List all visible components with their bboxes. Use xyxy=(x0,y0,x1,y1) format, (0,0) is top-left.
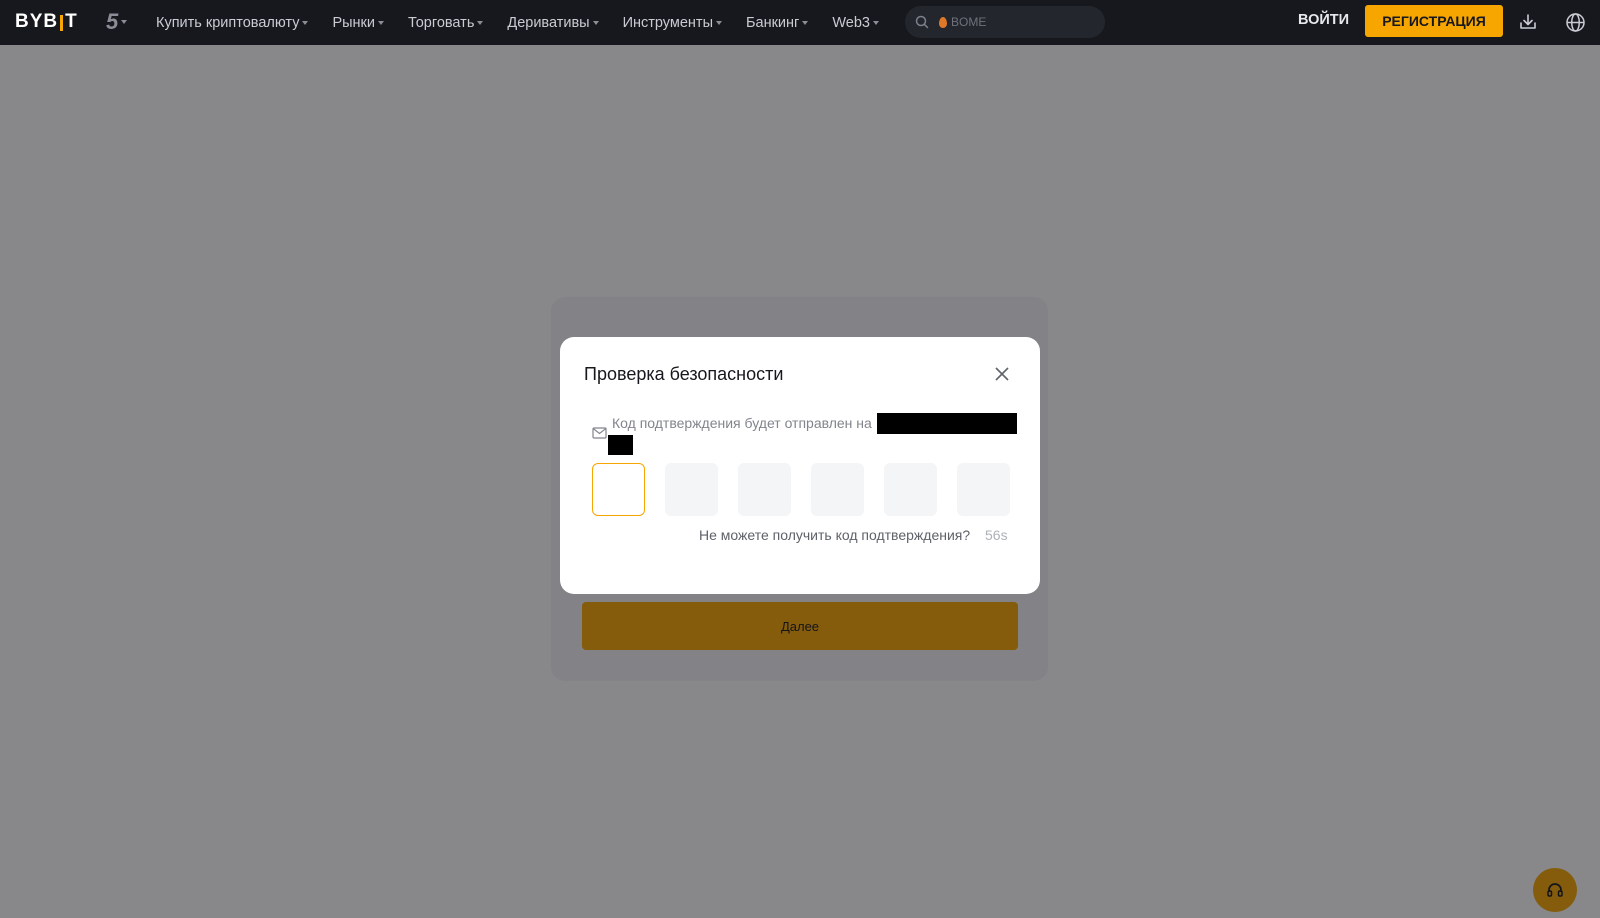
code-digit-input[interactable] xyxy=(665,463,718,516)
code-digit-input[interactable] xyxy=(957,463,1010,516)
nav-item-banking[interactable]: Банкинг xyxy=(746,14,809,31)
modal-title: Проверка безопасности xyxy=(584,364,784,384)
chevron-down-icon xyxy=(121,20,128,24)
globe-icon[interactable] xyxy=(1563,10,1587,34)
verification-code-inputs xyxy=(592,463,1010,516)
nav-item-markets[interactable]: Рынки xyxy=(332,15,384,31)
nav-item-label: Инструменты xyxy=(622,14,713,31)
resend-timer: 56s xyxy=(985,527,1008,543)
search-bar[interactable] xyxy=(905,6,1105,38)
code-sent-info: Код подтверждения будет отправлен на xyxy=(612,415,872,431)
security-verification-modal: Проверка безопасности Код подтверждения … xyxy=(560,337,1040,594)
chevron-down-icon xyxy=(872,20,879,25)
redacted-email-continued xyxy=(608,435,633,455)
fire-icon xyxy=(939,16,947,28)
search-icon xyxy=(915,15,929,29)
nav-item-label: Торговать xyxy=(408,14,475,31)
chevron-down-icon xyxy=(592,20,599,25)
code-digit-input[interactable] xyxy=(738,463,791,516)
chevron-down-icon xyxy=(802,20,809,25)
register-button[interactable]: РЕГИСТРАЦИЯ xyxy=(1365,5,1503,37)
top-navigation-bar: BYB T 5 Купить криптовалюту Рынки Торгов… xyxy=(0,0,1600,45)
anniversary-number: 5 xyxy=(106,9,119,34)
logo-text-left: BYB xyxy=(15,11,59,32)
redacted-email xyxy=(877,413,1017,434)
chevron-down-icon xyxy=(716,20,722,25)
logo-accent-bar xyxy=(60,15,64,31)
nav-item-tools[interactable]: Инструменты xyxy=(623,15,722,31)
nav-item-label: Рынки xyxy=(332,14,375,31)
logo-text-right: T xyxy=(65,11,78,32)
code-digit-input[interactable] xyxy=(811,463,864,516)
nav-item-buy-crypto[interactable]: Купить криптовалюту xyxy=(156,14,309,31)
login-button[interactable]: ВОЙТИ xyxy=(1298,12,1349,28)
nav-item-web3[interactable]: Web3 xyxy=(832,15,879,31)
nav-item-label: Деривативы xyxy=(507,14,590,31)
download-icon[interactable] xyxy=(1516,10,1540,34)
anniversary-badge[interactable]: 5 xyxy=(106,9,128,35)
code-digit-input[interactable] xyxy=(884,463,937,516)
search-input[interactable] xyxy=(951,15,1091,29)
chevron-down-icon xyxy=(477,20,484,25)
nav-item-trade[interactable]: Торговать xyxy=(408,14,484,31)
code-digit-input[interactable] xyxy=(592,463,645,516)
nav-item-derivatives[interactable]: Деривативы xyxy=(507,14,599,31)
close-icon[interactable] xyxy=(992,364,1012,384)
mail-icon xyxy=(592,427,607,439)
nav-item-label: Банкинг xyxy=(746,14,800,31)
chevron-down-icon xyxy=(378,20,384,25)
chevron-down-icon xyxy=(302,20,309,25)
nav-item-label: Купить криптовалюту xyxy=(156,14,300,31)
resend-code-link[interactable]: Не можете получить код подтверждения? xyxy=(699,527,970,543)
nav-item-label: Web3 xyxy=(832,14,870,31)
main-nav: Купить криптовалюту Рынки Торговать Дери… xyxy=(156,0,903,45)
bybit-logo[interactable]: BYB T xyxy=(15,11,78,33)
